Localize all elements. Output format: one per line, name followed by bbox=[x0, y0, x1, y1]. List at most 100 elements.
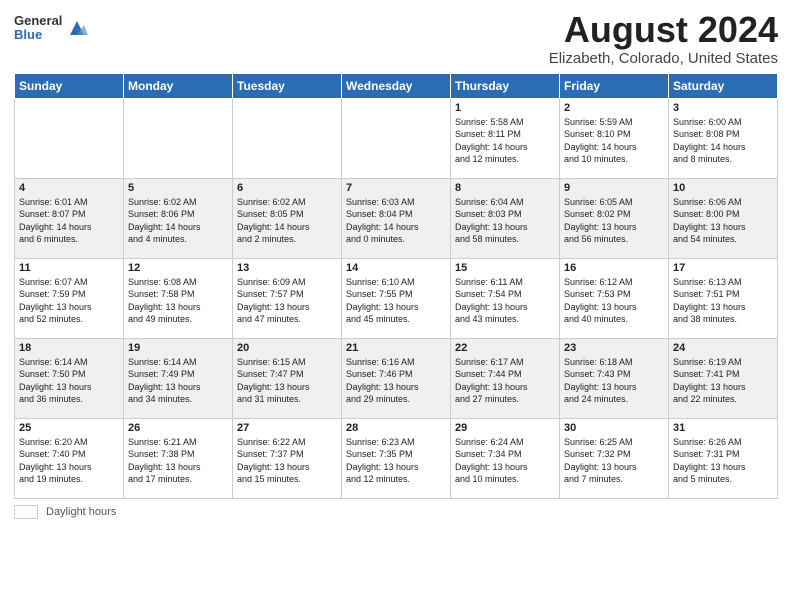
day-info: Sunrise: 6:14 AMSunset: 7:49 PMDaylight:… bbox=[128, 356, 228, 406]
header-saturday: Saturday bbox=[669, 73, 778, 98]
day-cell: 1 Sunrise: 5:58 AMSunset: 8:11 PMDaylight… bbox=[451, 98, 560, 178]
day-cell: 29 Sunrise: 6:24 AMSunset: 7:34 PMDayligh… bbox=[451, 418, 560, 498]
day-cell: 18 Sunrise: 6:14 AMSunset: 7:50 PMDayligh… bbox=[15, 338, 124, 418]
day-number: 10 bbox=[673, 182, 773, 194]
day-cell bbox=[124, 98, 233, 178]
day-number: 4 bbox=[19, 182, 119, 194]
day-cell: 21Sunrise: 6:16 AMSunset: 7:46 PMDayligh… bbox=[342, 338, 451, 418]
day-cell: 2 Sunrise: 5:59 AMSunset: 8:10 PMDaylight… bbox=[560, 98, 669, 178]
day-info: Sunrise: 5:58 AMSunset: 8:11 PMDaylight:… bbox=[455, 116, 555, 166]
day-number: 18 bbox=[19, 342, 119, 354]
day-info: Sunrise: 6:10 AMSunset: 7:55 PMDaylight:… bbox=[346, 276, 446, 326]
header-monday: Monday bbox=[124, 73, 233, 98]
day-number: 24 bbox=[673, 342, 773, 354]
title-block: August 2024 Elizabeth, Colorado, United … bbox=[549, 10, 778, 67]
logo: General Blue bbox=[14, 14, 88, 43]
day-cell: 3Sunrise: 6:00 AMSunset: 8:08 PMDaylight… bbox=[669, 98, 778, 178]
footer-daylight-label: Daylight hours bbox=[46, 506, 116, 518]
day-number: 3 bbox=[673, 102, 773, 114]
day-cell: 26 Sunrise: 6:21 AMSunset: 7:38 PMDayligh… bbox=[124, 418, 233, 498]
day-info: Sunrise: 6:01 AMSunset: 8:07 PMDaylight:… bbox=[19, 196, 119, 246]
day-info: Sunrise: 6:24 AMSunset: 7:34 PMDaylight:… bbox=[455, 436, 555, 486]
day-number: 6 bbox=[237, 182, 337, 194]
day-info: Sunrise: 6:06 AMSunset: 8:00 PMDaylight:… bbox=[673, 196, 773, 246]
day-number: 20 bbox=[237, 342, 337, 354]
week-row-1: 1 Sunrise: 5:58 AMSunset: 8:11 PMDaylight… bbox=[15, 98, 778, 178]
day-info: Sunrise: 6:07 AMSunset: 7:59 PMDaylight:… bbox=[19, 276, 119, 326]
day-info: Sunrise: 6:16 AMSunset: 7:46 PMDaylight:… bbox=[346, 356, 446, 406]
day-info: Sunrise: 6:17 AMSunset: 7:44 PMDaylight:… bbox=[455, 356, 555, 406]
day-number: 1 bbox=[455, 102, 555, 114]
day-number: 15 bbox=[455, 262, 555, 274]
day-cell bbox=[342, 98, 451, 178]
day-info: Sunrise: 6:09 AMSunset: 7:57 PMDaylight:… bbox=[237, 276, 337, 326]
day-cell: 11 Sunrise: 6:07 AMSunset: 7:59 PMDayligh… bbox=[15, 258, 124, 338]
day-cell: 24 Sunrise: 6:19 AMSunset: 7:41 PMDayligh… bbox=[669, 338, 778, 418]
main-title: August 2024 bbox=[549, 10, 778, 50]
header-tuesday: Tuesday bbox=[233, 73, 342, 98]
day-number: 25 bbox=[19, 422, 119, 434]
logo-blue-text: Blue bbox=[14, 28, 62, 42]
day-cell: 28Sunrise: 6:23 AMSunset: 7:35 PMDayligh… bbox=[342, 418, 451, 498]
day-cell bbox=[233, 98, 342, 178]
day-cell: 31Sunrise: 6:26 AMSunset: 7:31 PMDayligh… bbox=[669, 418, 778, 498]
week-row-5: 25 Sunrise: 6:20 AMSunset: 7:40 PMDayligh… bbox=[15, 418, 778, 498]
day-info: Sunrise: 6:18 AMSunset: 7:43 PMDaylight:… bbox=[564, 356, 664, 406]
day-number: 7 bbox=[346, 182, 446, 194]
logo-general-text: General bbox=[14, 14, 62, 28]
day-info: Sunrise: 6:15 AMSunset: 7:47 PMDaylight:… bbox=[237, 356, 337, 406]
header-sunday: Sunday bbox=[15, 73, 124, 98]
page: General Blue August 2024 Elizabeth, Colo… bbox=[0, 0, 792, 612]
day-info: Sunrise: 6:21 AMSunset: 7:38 PMDaylight:… bbox=[128, 436, 228, 486]
day-cell: 10 Sunrise: 6:06 AMSunset: 8:00 PMDayligh… bbox=[669, 178, 778, 258]
day-number: 31 bbox=[673, 422, 773, 434]
day-info: Sunrise: 6:14 AMSunset: 7:50 PMDaylight:… bbox=[19, 356, 119, 406]
day-info: Sunrise: 6:20 AMSunset: 7:40 PMDaylight:… bbox=[19, 436, 119, 486]
footer-daylight-box bbox=[14, 505, 38, 519]
day-cell: 25 Sunrise: 6:20 AMSunset: 7:40 PMDayligh… bbox=[15, 418, 124, 498]
day-number: 26 bbox=[128, 422, 228, 434]
logo-icon bbox=[66, 17, 88, 39]
header-wednesday: Wednesday bbox=[342, 73, 451, 98]
day-info: Sunrise: 6:19 AMSunset: 7:41 PMDaylight:… bbox=[673, 356, 773, 406]
day-cell: 17 Sunrise: 6:13 AMSunset: 7:51 PMDayligh… bbox=[669, 258, 778, 338]
day-number: 19 bbox=[128, 342, 228, 354]
day-number: 17 bbox=[673, 262, 773, 274]
day-info: Sunrise: 6:13 AMSunset: 7:51 PMDaylight:… bbox=[673, 276, 773, 326]
day-info: Sunrise: 6:02 AMSunset: 8:05 PMDaylight:… bbox=[237, 196, 337, 246]
week-row-2: 4 Sunrise: 6:01 AMSunset: 8:07 PMDaylight… bbox=[15, 178, 778, 258]
day-number: 14 bbox=[346, 262, 446, 274]
day-number: 5 bbox=[128, 182, 228, 194]
day-info: Sunrise: 6:05 AMSunset: 8:02 PMDaylight:… bbox=[564, 196, 664, 246]
day-info: Sunrise: 6:25 AMSunset: 7:32 PMDaylight:… bbox=[564, 436, 664, 486]
day-number: 11 bbox=[19, 262, 119, 274]
day-cell: 7Sunrise: 6:03 AMSunset: 8:04 PMDaylight… bbox=[342, 178, 451, 258]
day-info: Sunrise: 6:11 AMSunset: 7:54 PMDaylight:… bbox=[455, 276, 555, 326]
day-cell: 6 Sunrise: 6:02 AMSunset: 8:05 PMDaylight… bbox=[233, 178, 342, 258]
day-info: Sunrise: 6:12 AMSunset: 7:53 PMDaylight:… bbox=[564, 276, 664, 326]
day-number: 29 bbox=[455, 422, 555, 434]
day-cell: 15 Sunrise: 6:11 AMSunset: 7:54 PMDayligh… bbox=[451, 258, 560, 338]
day-cell: 4 Sunrise: 6:01 AMSunset: 8:07 PMDaylight… bbox=[15, 178, 124, 258]
header: General Blue August 2024 Elizabeth, Colo… bbox=[14, 10, 778, 67]
day-cell: 5Sunrise: 6:02 AMSunset: 8:06 PMDaylight… bbox=[124, 178, 233, 258]
day-number: 12 bbox=[128, 262, 228, 274]
day-info: Sunrise: 6:08 AMSunset: 7:58 PMDaylight:… bbox=[128, 276, 228, 326]
day-number: 13 bbox=[237, 262, 337, 274]
day-cell: 20 Sunrise: 6:15 AMSunset: 7:47 PMDayligh… bbox=[233, 338, 342, 418]
day-number: 2 bbox=[564, 102, 664, 114]
calendar-table: Sunday Monday Tuesday Wednesday Thursday… bbox=[14, 73, 778, 499]
header-thursday: Thursday bbox=[451, 73, 560, 98]
day-cell: 8Sunrise: 6:04 AMSunset: 8:03 PMDaylight… bbox=[451, 178, 560, 258]
day-number: 23 bbox=[564, 342, 664, 354]
day-number: 16 bbox=[564, 262, 664, 274]
subtitle: Elizabeth, Colorado, United States bbox=[549, 50, 778, 67]
day-number: 8 bbox=[455, 182, 555, 194]
header-friday: Friday bbox=[560, 73, 669, 98]
day-cell: 12 Sunrise: 6:08 AMSunset: 7:58 PMDayligh… bbox=[124, 258, 233, 338]
day-info: Sunrise: 5:59 AMSunset: 8:10 PMDaylight:… bbox=[564, 116, 664, 166]
day-cell: 22Sunrise: 6:17 AMSunset: 7:44 PMDayligh… bbox=[451, 338, 560, 418]
day-cell: 13 Sunrise: 6:09 AMSunset: 7:57 PMDayligh… bbox=[233, 258, 342, 338]
day-number: 27 bbox=[237, 422, 337, 434]
day-cell: 19 Sunrise: 6:14 AMSunset: 7:49 PMDayligh… bbox=[124, 338, 233, 418]
